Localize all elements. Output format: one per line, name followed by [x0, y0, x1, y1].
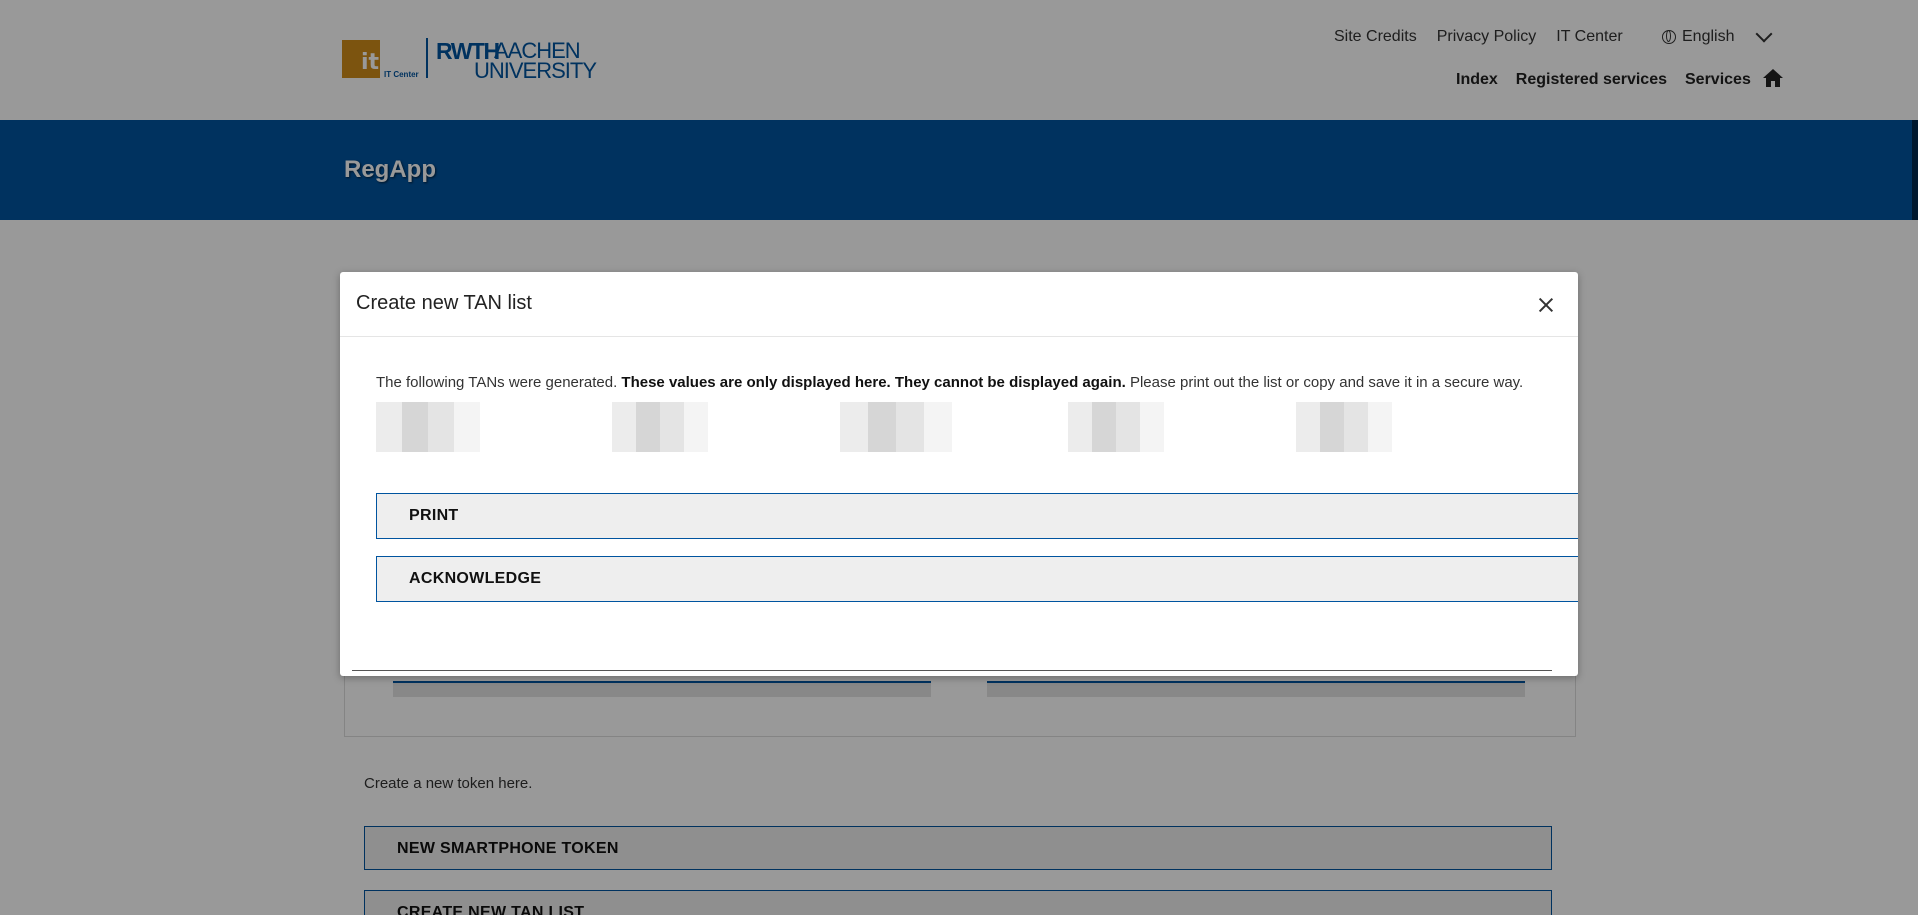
- tan-info-start: The following TANs were generated.: [376, 374, 618, 391]
- tan-list: [376, 402, 1476, 452]
- dialog-title: Create new TAN list: [356, 292, 532, 314]
- dialog-header: Create new TAN list: [340, 272, 1578, 337]
- tan-info-text: The following TANs were generated. These…: [376, 374, 1523, 391]
- tan-info-end: Please print out the list or copy and sa…: [1129, 374, 1524, 391]
- create-tan-list-dialog: Create new TAN list The following TANs w…: [340, 272, 1578, 676]
- tan-value-redacted: [840, 402, 952, 452]
- tan-info-warning: These values are only displayed here. Th…: [621, 374, 1126, 391]
- close-icon[interactable]: [1536, 294, 1556, 314]
- acknowledge-button[interactable]: ACKNOWLEDGE: [376, 556, 1578, 602]
- tan-value-redacted: [1296, 402, 1392, 452]
- dialog-divider: [352, 670, 1552, 671]
- tan-value-redacted: [1068, 402, 1164, 452]
- scrollbar[interactable]: [1912, 120, 1918, 220]
- page: it IT Center RWTH AACHEN UNIVERSITY Site…: [0, 0, 1918, 915]
- tan-value-redacted: [612, 402, 708, 452]
- tan-value-redacted: [376, 402, 480, 452]
- print-button[interactable]: PRINT: [376, 493, 1578, 539]
